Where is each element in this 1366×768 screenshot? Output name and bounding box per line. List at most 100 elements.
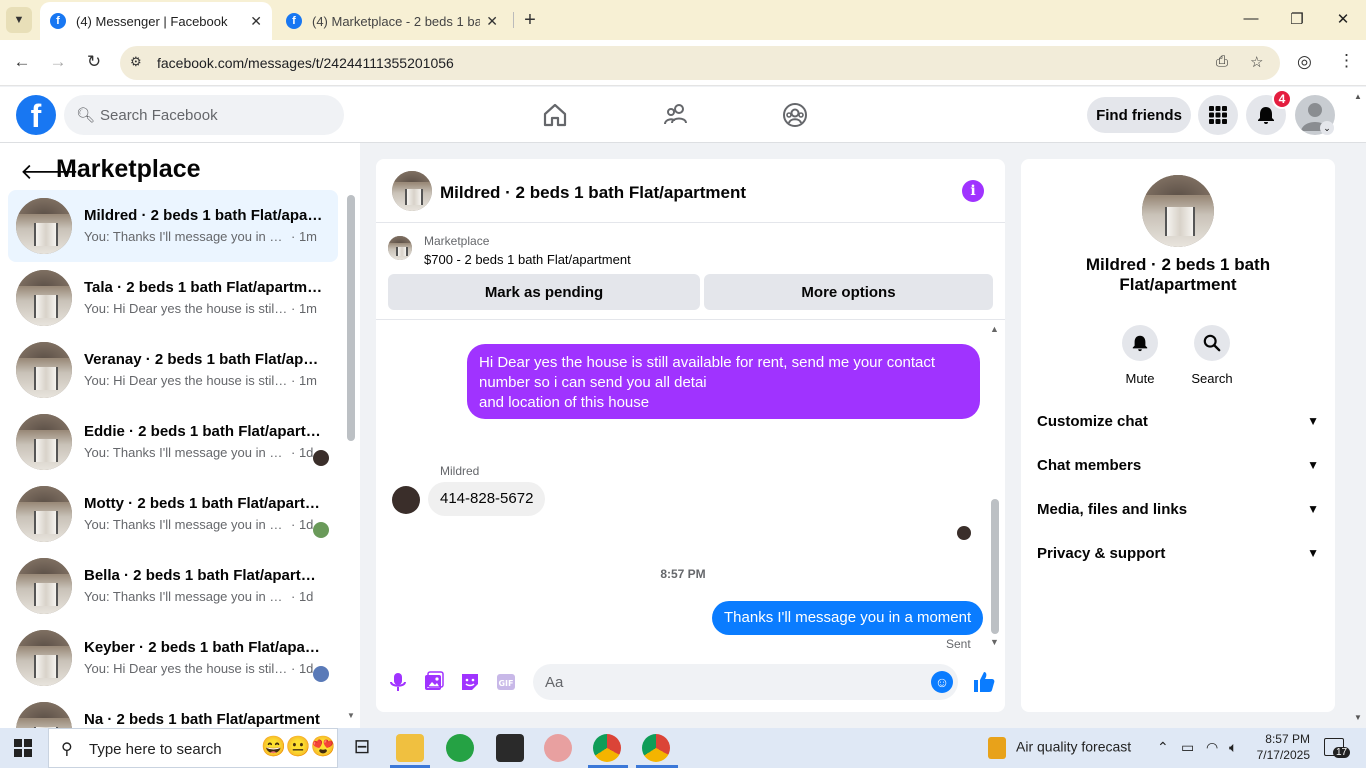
facebook-logo-icon[interactable]: f — [16, 95, 56, 135]
back-icon[interactable]: ← — [11, 52, 33, 72]
emoji-icon[interactable]: ☺ — [931, 671, 953, 693]
conversation-item[interactable]: Motty · 2 beds 1 bath Flat/apartment You… — [8, 478, 338, 550]
tab-messenger[interactable]: f (4) Messenger | Facebook ✕ — [40, 2, 272, 40]
conversation-item[interactable]: Mildred · 2 beds 1 bath Flat/apartment Y… — [8, 190, 338, 262]
conversation-item[interactable]: Keyber · 2 beds 1 bath Flat/apartment Yo… — [8, 622, 338, 694]
wifi-icon[interactable]: ◠ — [1206, 739, 1218, 756]
listing-thumbnail — [16, 702, 72, 728]
taskbar-search[interactable]: ⚲ Type here to search 😄😐😍 — [48, 728, 338, 768]
page-scroll-down-icon[interactable]: ▼ — [1354, 713, 1362, 722]
chevron-down-icon: ▼ — [1307, 546, 1319, 560]
chevron-down-icon: ▼ — [1307, 502, 1319, 516]
sender-avatar[interactable] — [392, 486, 420, 514]
weather-widget[interactable]: Air quality forecast — [988, 737, 1148, 759]
search-icon: ⚲ — [61, 741, 73, 758]
sidebar-scroll-down-icon[interactable]: ▼ — [347, 711, 355, 720]
conversation-snippet: You: Thanks I'll message you in a moment — [84, 589, 289, 604]
outgoing-message[interactable]: Hi Dear yes the house is still available… — [467, 344, 980, 419]
media-files-links-section[interactable]: Media, files and links ▼ — [1037, 487, 1319, 531]
windows-start-icon[interactable] — [14, 739, 32, 757]
bookmark-star-icon[interactable]: ☆ — [1250, 53, 1263, 71]
close-window-icon[interactable]: ✕ — [1333, 10, 1353, 28]
listing-thumbnail — [16, 270, 72, 326]
groups-icon[interactable] — [781, 101, 809, 129]
page-scroll-up-icon[interactable]: ▲ — [1354, 92, 1362, 101]
minimize-icon[interactable]: — — [1241, 10, 1261, 27]
restore-icon[interactable]: ❐ — [1287, 10, 1307, 28]
outgoing-message[interactable]: Thanks I'll message you in a moment — [712, 601, 984, 635]
info-icon[interactable]: i — [962, 180, 984, 202]
search-chat-button[interactable]: Search — [1182, 325, 1242, 386]
message-input-container[interactable]: ☺ — [533, 664, 958, 700]
home-icon[interactable] — [541, 101, 569, 129]
chat-scroll-up-icon[interactable]: ▲ — [990, 324, 999, 334]
whatsapp-icon[interactable] — [446, 734, 474, 762]
chat-panel: Mildred · 2 beds 1 bath Flat/apartment i… — [376, 159, 1005, 712]
mute-button[interactable]: Mute — [1110, 325, 1170, 386]
forward-icon[interactable]: → — [47, 52, 69, 72]
new-tab-icon[interactable]: + — [518, 8, 542, 32]
sticky-notes-icon[interactable] — [496, 734, 524, 762]
search-highlight-emoji-icon[interactable]: 😄😐😍 — [261, 734, 336, 759]
taskbar-clock[interactable]: 8:57 PM 7/17/2025 — [1252, 731, 1310, 763]
message-input[interactable] — [545, 664, 915, 700]
gif-icon[interactable]: GIF — [495, 671, 517, 693]
photo-icon[interactable] — [423, 671, 445, 693]
find-friends-button[interactable]: Find friends — [1087, 97, 1191, 133]
marketplace-sidebar: 🡐 Marketplace Mildred · 2 beds 1 bath Fl… — [0, 143, 360, 728]
chat-members-section[interactable]: Chat members ▼ — [1037, 443, 1319, 487]
battery-icon[interactable]: ▭ — [1181, 739, 1194, 756]
tab-search-icon[interactable]: ▼ — [6, 7, 32, 33]
browser-profile-icon[interactable]: ◎ — [1297, 52, 1312, 72]
listing-thumbnail — [16, 630, 72, 686]
chat-header-thumbnail[interactable] — [392, 171, 432, 211]
facebook-search[interactable]: 🔍︎ — [64, 95, 344, 135]
tab-marketplace[interactable]: f (4) Marketplace - 2 beds 1 bath ✕ — [276, 2, 508, 40]
omnibox[interactable]: ⚙ facebook.com/messages/t/24244111355201… — [120, 46, 1280, 80]
more-options-button[interactable]: More options — [704, 274, 993, 310]
thumbs-up-icon[interactable] — [972, 670, 996, 694]
tab-close-icon[interactable]: ✕ — [250, 13, 262, 30]
listing-small-thumbnail[interactable] — [388, 236, 412, 260]
conversation-item[interactable]: Bella · 2 beds 1 bath Flat/apartment You… — [8, 550, 338, 622]
conversation-item[interactable]: Eddie · 2 beds 1 bath Flat/apartment You… — [8, 406, 338, 478]
conversation-snippet: You: Thanks I'll message you in a moment — [84, 445, 289, 460]
menu-grid-icon[interactable] — [1198, 95, 1238, 135]
chat-details-thumbnail[interactable] — [1142, 175, 1214, 247]
chat-scroll-down-icon[interactable]: ▼ — [990, 637, 999, 647]
conversation-time: · 1d — [291, 445, 314, 460]
friends-icon[interactable] — [662, 101, 690, 129]
chat-scrollbar[interactable] — [991, 499, 999, 634]
privacy-support-section[interactable]: Privacy & support ▼ — [1037, 531, 1319, 575]
tray-chevron-up-icon[interactable]: ⌃ — [1157, 739, 1169, 756]
sidebar-scrollbar[interactable] — [347, 195, 355, 441]
conversation-time: · 1d — [291, 661, 314, 676]
chrome-icon[interactable] — [593, 734, 621, 762]
sticker-icon[interactable] — [459, 671, 481, 693]
incoming-message[interactable]: 414-828-5672 — [428, 482, 546, 516]
conversation-item[interactable]: Tala · 2 beds 1 bath Flat/apartment You:… — [8, 262, 338, 334]
install-app-icon[interactable]: ⎙ — [1216, 53, 1228, 70]
listing-price[interactable]: $700 - 2 beds 1 bath Flat/apartment — [424, 252, 631, 267]
conversation-item[interactable]: Na · 2 beds 1 bath Flat/apartment — [8, 694, 338, 728]
reload-icon[interactable]: ↻ — [83, 52, 105, 72]
snipping-tool-icon[interactable] — [544, 734, 572, 762]
volume-icon[interactable]: 🔈︎ — [1229, 739, 1237, 756]
chrome-profile-icon[interactable] — [642, 734, 670, 762]
browser-menu-icon[interactable]: ⋮ — [1338, 51, 1355, 71]
conversation-snippet: You: Hi Dear yes the house is still avai… — [84, 661, 289, 676]
browser-tabbar: ▼ f (4) Messenger | Facebook ✕ f (4) Mar… — [0, 0, 1366, 40]
chat-title[interactable]: Mildred · 2 beds 1 bath Flat/apartment — [440, 183, 746, 203]
mark-as-pending-button[interactable]: Mark as pending — [388, 274, 700, 310]
account-chevron-down-icon[interactable]: ⌄ — [1320, 121, 1334, 135]
customize-chat-section[interactable]: Customize chat ▼ — [1037, 399, 1319, 443]
file-explorer-icon[interactable] — [396, 734, 424, 762]
tab-close-icon[interactable]: ✕ — [486, 13, 498, 30]
microphone-icon[interactable] — [387, 671, 409, 693]
url-text[interactable]: facebook.com/messages/t/2424411135520105… — [157, 55, 454, 71]
conversation-item[interactable]: Veranay · 2 beds 1 bath Flat/apartment Y… — [8, 334, 338, 406]
site-info-icon[interactable]: ⚙ — [130, 54, 142, 70]
search-icon: 🔍︎ — [76, 107, 96, 124]
facebook-search-input[interactable] — [100, 95, 330, 135]
task-view-icon[interactable]: ⊟ — [348, 734, 376, 762]
